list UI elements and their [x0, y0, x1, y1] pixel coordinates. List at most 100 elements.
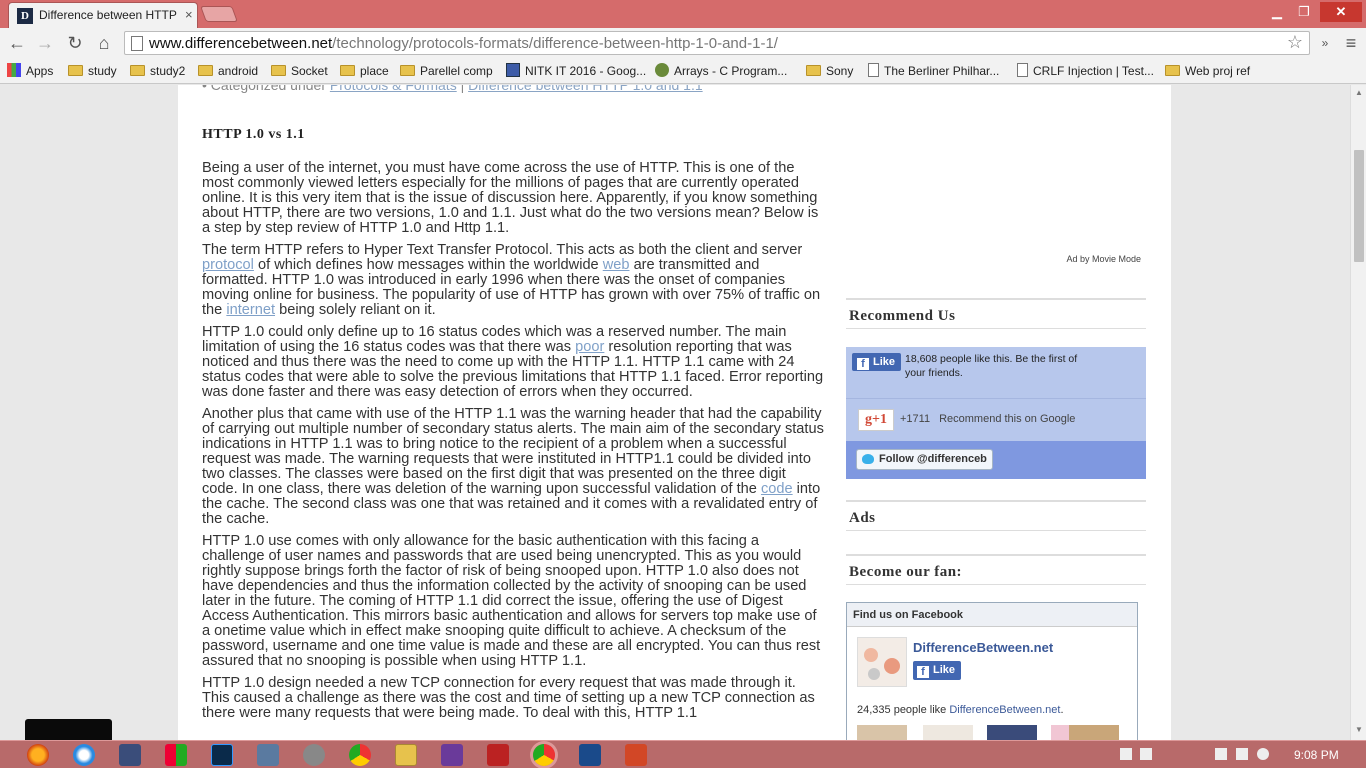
- sql-icon[interactable]: [119, 744, 141, 766]
- tab-active[interactable]: D Difference between HTTP ×: [8, 2, 198, 28]
- protocol-link[interactable]: protocol: [202, 257, 254, 273]
- fan-avatar[interactable]: [857, 725, 907, 740]
- code-link[interactable]: code: [761, 481, 793, 497]
- bookmark-star-icon[interactable]: ☆: [1287, 32, 1303, 53]
- scrollbar-thumb[interactable]: [1354, 150, 1364, 262]
- chrome-active-icon[interactable]: [533, 744, 555, 766]
- fanbox-title: Find us on Facebook: [847, 603, 1137, 627]
- back-icon[interactable]: ←: [6, 32, 28, 54]
- article-body: Being a user of the internet, you must h…: [202, 161, 824, 728]
- bookmark-apps[interactable]: Apps: [7, 62, 53, 80]
- internet-link[interactable]: internet: [226, 302, 275, 318]
- fanbox-page-name[interactable]: DifferenceBetween.net: [913, 640, 1053, 655]
- menu-icon[interactable]: ≡: [1340, 32, 1362, 54]
- twitter-follow-button[interactable]: Follow @differenceb: [856, 449, 993, 470]
- fan-avatar[interactable]: [923, 725, 973, 740]
- navigation-toolbar: ← → ↻ ⌂ www.differencebetween.net/techno…: [0, 28, 1366, 58]
- media-overlay[interactable]: [25, 719, 112, 740]
- page-icon: [131, 36, 143, 51]
- tab-close-icon[interactable]: ×: [185, 7, 193, 22]
- home-icon[interactable]: ⌂: [93, 32, 115, 54]
- twitter-bird-icon: [862, 454, 874, 464]
- google-plus-widget: g+1 +1711 Recommend this on Google: [846, 398, 1146, 441]
- settings-icon[interactable]: [303, 744, 325, 766]
- clock[interactable]: 9:08 PM: [1294, 748, 1339, 762]
- folder-icon: [271, 65, 286, 76]
- vertical-scrollbar[interactable]: ▲ ▼: [1350, 85, 1366, 740]
- bookmark-android[interactable]: android: [198, 62, 258, 80]
- bookmark-study[interactable]: study: [68, 62, 117, 80]
- folder-icon: [806, 65, 821, 76]
- powerpoint-icon[interactable]: [625, 744, 647, 766]
- reload-icon[interactable]: ↻: [64, 32, 86, 54]
- google-plus-button[interactable]: g+1: [858, 409, 894, 431]
- page-logo[interactable]: [857, 637, 907, 687]
- explorer-icon[interactable]: [395, 744, 417, 766]
- fan-avatar[interactable]: [1069, 725, 1119, 740]
- fan-heading: Become our fan:: [846, 554, 1146, 585]
- restore-button[interactable]: ❐: [1291, 2, 1317, 22]
- facebook-fanbox: Find us on Facebook DifferenceBetween.ne…: [846, 602, 1138, 740]
- browser-window: D Difference between HTTP × ▁ ❐ ✕ ← → ↻ …: [0, 0, 1366, 740]
- folder-icon: [340, 65, 355, 76]
- extensions-chevron-icon[interactable]: »: [1314, 32, 1336, 54]
- bookmark-crlf[interactable]: CRLF Injection | Test...: [1017, 62, 1154, 80]
- filezilla-icon[interactable]: [487, 744, 509, 766]
- folder-icon: [68, 65, 83, 76]
- article-title: HTTP 1.0 vs 1.1: [202, 127, 305, 142]
- address-bar[interactable]: www.differencebetween.net/technology/pro…: [124, 31, 1310, 55]
- bookmark-place[interactable]: place: [340, 62, 389, 80]
- web-link[interactable]: web: [603, 257, 630, 273]
- chrome-icon[interactable]: [349, 744, 371, 766]
- firefox-icon[interactable]: [27, 744, 49, 766]
- tab-title: Difference between HTTP: [39, 8, 177, 22]
- signal-icon[interactable]: [1236, 748, 1248, 760]
- forward-icon[interactable]: →: [34, 32, 56, 54]
- folder-icon: [400, 65, 415, 76]
- facebook-icon: f: [917, 666, 929, 678]
- bookmark-parellel-comp[interactable]: Parellel comp: [400, 62, 493, 80]
- facebook-like-button[interactable]: f Like: [852, 353, 901, 371]
- bookmark-socket[interactable]: Socket: [271, 62, 328, 80]
- bookmark-sony[interactable]: Sony: [806, 62, 853, 80]
- hyperterminal-icon[interactable]: [257, 744, 279, 766]
- paragraph: HTTP 1.0 design needed a new TCP connect…: [202, 675, 815, 721]
- url-text: www.differencebetween.net/technology/pro…: [149, 35, 778, 52]
- bookmark-web-proj-ref[interactable]: Web proj ref: [1165, 62, 1250, 80]
- google-plus-text: +1711 Recommend this on Google: [900, 413, 1076, 425]
- poor-link[interactable]: poor: [575, 339, 604, 355]
- office-icon[interactable]: [165, 744, 187, 766]
- bookmark-study2[interactable]: study2: [130, 62, 185, 80]
- category-link[interactable]: Protocols & Formats: [330, 85, 457, 93]
- paragraph: Being a user of the internet, you must h…: [202, 160, 819, 236]
- network-icon[interactable]: [1120, 748, 1132, 760]
- paragraph: HTTP 1.0 use comes with only allowance f…: [202, 533, 821, 669]
- ad-attribution[interactable]: Ad by Movie Mode: [1066, 254, 1141, 264]
- facebook-like-widget: f Like 18,608 people like this. Be the fi…: [846, 347, 1146, 398]
- article-link[interactable]: Difference between HTTP 1.0 and 1.1: [468, 85, 703, 93]
- bookmark-arrays[interactable]: Arrays - C Program...: [655, 62, 787, 80]
- scroll-down-icon[interactable]: ▼: [1355, 725, 1363, 734]
- fan-avatar[interactable]: [987, 725, 1037, 740]
- new-tab-button[interactable]: [200, 6, 238, 22]
- battery-icon[interactable]: [1215, 748, 1227, 760]
- page-viewport: • Categorized under Protocols & Formats …: [0, 85, 1350, 740]
- bookmark-berliner[interactable]: The Berliner Philhar...: [868, 62, 999, 80]
- google-form-icon: [506, 63, 520, 77]
- bookmark-nitk[interactable]: NITK IT 2016 - Goog...: [506, 62, 646, 80]
- page-icon: [868, 63, 879, 77]
- minimize-button[interactable]: ▁: [1264, 2, 1290, 22]
- folder-icon: [130, 65, 145, 76]
- flag-icon[interactable]: [1140, 748, 1152, 760]
- paragraph: Another plus that came with use of the H…: [202, 406, 824, 527]
- page-icon: [1017, 63, 1028, 77]
- close-window-button[interactable]: ✕: [1320, 2, 1362, 22]
- fanbox-like-button[interactable]: f Like: [913, 661, 961, 680]
- photoshop-icon[interactable]: [211, 744, 233, 766]
- fanbox-page-link[interactable]: DifferenceBetween.net: [949, 704, 1060, 716]
- scroll-up-icon[interactable]: ▲: [1355, 88, 1363, 97]
- volume-icon[interactable]: [1257, 748, 1269, 760]
- ie-icon[interactable]: [73, 744, 95, 766]
- visual-studio-icon[interactable]: [441, 744, 463, 766]
- vpn-icon[interactable]: [579, 744, 601, 766]
